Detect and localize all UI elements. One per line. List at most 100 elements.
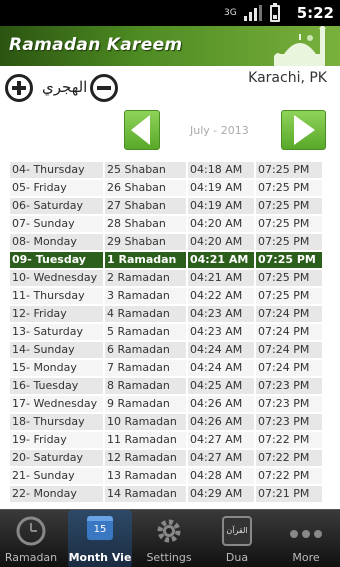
row-hijri-date: 5 Ramadan [105, 324, 186, 340]
status-bar: 3G 5:22 [0, 0, 340, 26]
next-month-button[interactable] [281, 110, 326, 150]
row-day: 20- Saturday [10, 450, 103, 466]
row-day: 06- Saturday [10, 198, 103, 214]
table-row[interactable]: 14- Sunday 6 Ramadan 04:24 AM 07:24 PM [10, 342, 324, 360]
table-row[interactable]: 12- Friday 4 Ramadan 04:23 AM 07:24 PM [10, 306, 324, 324]
previous-month-button[interactable] [124, 110, 160, 150]
decrease-day-button[interactable] [90, 74, 118, 102]
table-row[interactable]: 06- Saturday 27 Shaban 04:19 AM 07:25 PM [10, 198, 324, 216]
calendar-day-number: 15 [93, 524, 107, 535]
table-row[interactable]: 08- Monday 29 Shaban 04:20 AM 07:25 PM [10, 234, 324, 252]
row-iftar-time: 07:23 PM [256, 396, 322, 412]
row-sehri-time: 04:24 AM [188, 360, 254, 376]
row-day: 14- Sunday [10, 342, 103, 358]
row-iftar-time: 07:25 PM [256, 234, 322, 250]
row-iftar-time: 07:23 PM [256, 414, 322, 430]
row-hijri-date: 11 Ramadan [105, 432, 186, 448]
table-row[interactable]: 15- Monday 7 Ramadan 04:24 AM 07:24 PM [10, 360, 324, 378]
row-hijri-date: 2 Ramadan [105, 270, 186, 286]
table-row[interactable]: 22- Monday 14 Ramadan 04:29 AM 07:21 PM [10, 486, 324, 504]
increase-day-button[interactable] [5, 74, 33, 102]
table-row[interactable]: 10- Wednesday 2 Ramadan 04:21 AM 07:25 PM [10, 270, 324, 288]
battery-icon [270, 2, 280, 22]
tab-label: Ramadan [4, 551, 58, 564]
row-iftar-time: 07:25 PM [256, 252, 322, 268]
signal-icon [244, 5, 262, 21]
mosque-icon [274, 26, 326, 66]
row-sehri-time: 04:25 AM [188, 378, 254, 394]
tab-ramadan[interactable]: Ramadan [0, 510, 62, 567]
location-label[interactable]: Karachi, PK [248, 70, 327, 86]
row-day: 16- Tuesday [10, 378, 103, 394]
row-hijri-date: 7 Ramadan [105, 360, 186, 376]
table-row[interactable]: 05- Friday 26 Shaban 04:19 AM 07:25 PM [10, 180, 324, 198]
row-day: 08- Monday [10, 234, 103, 250]
tab-dua[interactable]: القرآن Dua [206, 510, 268, 567]
row-day: 12- Friday [10, 306, 103, 322]
table-row[interactable]: 13- Saturday 5 Ramadan 04:23 AM 07:24 PM [10, 324, 324, 342]
row-day: 22- Monday [10, 486, 103, 502]
row-iftar-time: 07:25 PM [256, 180, 322, 196]
row-iftar-time: 07:25 PM [256, 162, 322, 178]
calendar-icon: 15 [87, 516, 113, 540]
row-iftar-time: 07:21 PM [256, 486, 322, 502]
table-row[interactable]: 20- Saturday 12 Ramadan 04:27 AM 07:22 PM [10, 450, 324, 468]
row-sehri-time: 04:18 AM [188, 162, 254, 178]
table-row[interactable]: 16- Tuesday 8 Ramadan 04:25 AM 07:23 PM [10, 378, 324, 396]
tab-settings[interactable]: Settings [138, 510, 200, 567]
quran-icon: القرآن [222, 516, 252, 546]
row-hijri-date: 27 Shaban [105, 198, 186, 214]
quran-glyph: القرآن [226, 526, 248, 535]
row-iftar-time: 07:22 PM [256, 468, 322, 484]
status-icons: 3G [224, 2, 280, 22]
row-sehri-time: 04:24 AM [188, 342, 254, 358]
row-hijri-date: 1 Ramadan [105, 252, 186, 268]
controls-row: الهجري Karachi, PK [0, 66, 340, 106]
tab-month-view[interactable]: 15 Month Vie [68, 510, 132, 567]
row-hijri-date: 14 Ramadan [105, 486, 186, 502]
row-day: 19- Friday [10, 432, 103, 448]
row-sehri-time: 04:23 AM [188, 306, 254, 322]
month-navigation: July - 2013 [0, 106, 340, 156]
row-day: 21- Sunday [10, 468, 103, 484]
row-day: 10- Wednesday [10, 270, 103, 286]
row-day: 11- Thursday [10, 288, 103, 304]
table-row[interactable]: 11- Thursday 3 Ramadan 04:22 AM 07:25 PM [10, 288, 324, 306]
app-screen: 3G 5:22 Ramadan Kareem الهجري Karachi, P… [0, 0, 340, 567]
row-hijri-date: 6 Ramadan [105, 342, 186, 358]
table-row[interactable]: 19- Friday 11 Ramadan 04:27 AM 07:22 PM [10, 432, 324, 450]
tab-label: Dua [225, 551, 249, 564]
row-iftar-time: 07:24 PM [256, 342, 322, 358]
table-row[interactable]: 21- Sunday 13 Ramadan 04:28 AM 07:22 PM [10, 468, 324, 486]
tab-more[interactable]: More [274, 510, 338, 567]
row-sehri-time: 04:27 AM [188, 450, 254, 466]
row-sehri-time: 04:23 AM [188, 324, 254, 340]
row-hijri-date: 29 Shaban [105, 234, 186, 250]
table-row[interactable]: 09- Tuesday 1 Ramadan 04:21 AM 07:25 PM [10, 252, 324, 270]
row-sehri-time: 04:19 AM [188, 180, 254, 196]
gear-icon [157, 519, 181, 543]
hijri-adjust-label: الهجري [42, 78, 88, 96]
row-hijri-date: 13 Ramadan [105, 468, 186, 484]
row-hijri-date: 12 Ramadan [105, 450, 186, 466]
row-day: 18- Thursday [10, 414, 103, 430]
row-hijri-date: 3 Ramadan [105, 288, 186, 304]
row-hijri-date: 26 Shaban [105, 180, 186, 196]
table-row[interactable]: 04- Thursday 25 Shaban 04:18 AM 07:25 PM [10, 162, 324, 180]
table-row[interactable]: 18- Thursday 10 Ramadan 04:26 AM 07:23 PM [10, 414, 324, 432]
row-sehri-time: 04:28 AM [188, 468, 254, 484]
row-sehri-time: 04:20 AM [188, 216, 254, 232]
row-day: 05- Friday [10, 180, 103, 196]
current-month-label: July - 2013 [190, 124, 249, 137]
tab-label: Settings [146, 551, 192, 564]
table-row[interactable]: 07- Sunday 28 Shaban 04:20 AM 07:25 PM [10, 216, 324, 234]
clock-icon [16, 516, 46, 546]
row-day: 15- Monday [10, 360, 103, 376]
row-sehri-time: 04:22 AM [188, 288, 254, 304]
title-bar: Ramadan Kareem [0, 26, 340, 66]
row-sehri-time: 04:26 AM [188, 396, 254, 412]
row-iftar-time: 07:22 PM [256, 450, 322, 466]
table-row[interactable]: 17- Wednesday 9 Ramadan 04:26 AM 07:23 PM [10, 396, 324, 414]
row-iftar-time: 07:25 PM [256, 288, 322, 304]
row-sehri-time: 04:21 AM [188, 270, 254, 286]
